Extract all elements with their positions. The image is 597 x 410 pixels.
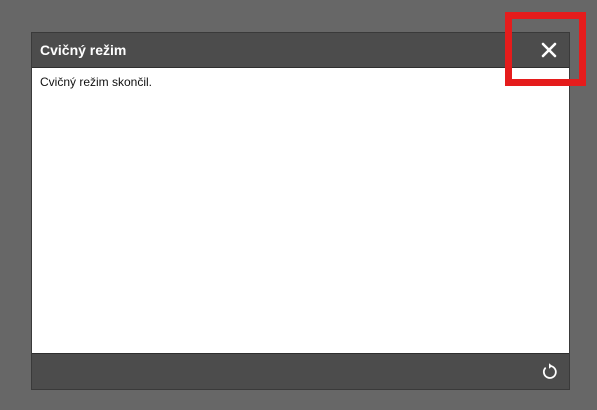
dialog-content: Cvičný režim skončil. — [32, 68, 569, 354]
restart-icon — [542, 363, 557, 379]
close-icon — [541, 42, 557, 58]
restart-button[interactable] — [540, 362, 560, 382]
dialog-message: Cvičný režim skončil. — [40, 75, 153, 89]
close-button[interactable] — [537, 38, 561, 62]
dialog-titlebar: Cvičný režim — [32, 33, 569, 68]
practice-mode-dialog: Cvičný režim Cvičný režim skončil. — [31, 32, 570, 390]
dialog-footer — [32, 353, 569, 389]
dialog-title: Cvičný režim — [40, 42, 127, 58]
